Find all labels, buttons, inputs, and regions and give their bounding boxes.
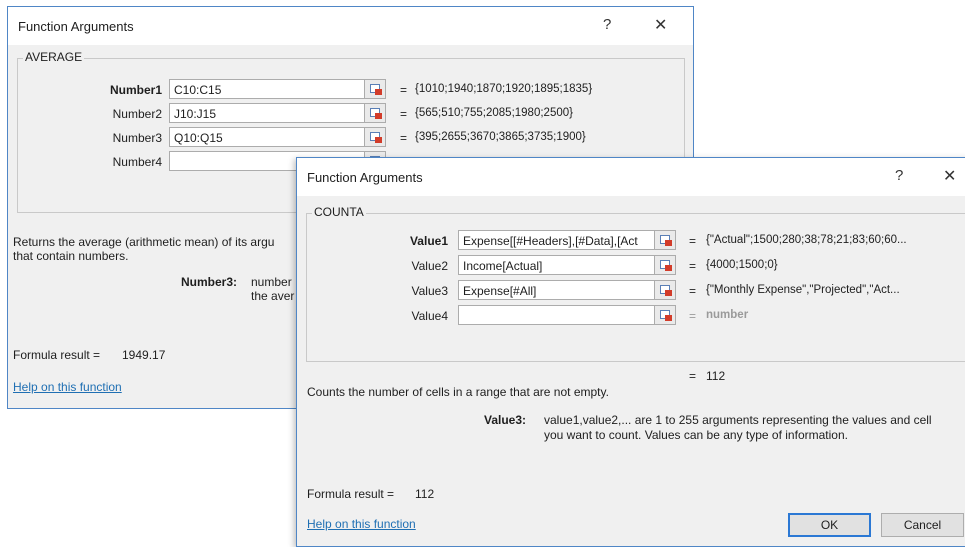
argument-label: Number3 [112,131,162,145]
argument-row-number1: Number1 C10:C15 = {1010;1940;1870;1920;1… [8,79,695,101]
argument-row-value2: Value2 Income[Actual] = {4000;1500;0} [297,255,965,277]
equals-sign: = [400,83,408,97]
number3-input[interactable]: Q10:Q15 [169,127,365,147]
function-description: Counts the number of cells in a range th… [307,385,609,399]
argument-value: {4000;1500;0} [706,259,778,271]
range-select-icon[interactable] [364,103,386,123]
equals-sign: = [689,259,697,273]
function-name: AVERAGE [23,50,85,64]
dialog-title: Function Arguments [307,170,423,185]
range-select-icon[interactable] [364,79,386,99]
argument-value: {"Monthly Expense","Projected","Act... [706,284,900,296]
overall-equals-sign: = [689,369,697,383]
argument-label: Value4 [411,309,448,323]
value4-input[interactable] [458,305,669,325]
value1-input[interactable]: Expense[[#Headers],[#Data],[Act [458,230,669,250]
range-select-icon[interactable] [654,255,676,275]
help-icon[interactable]: ? [895,167,903,184]
title-bar: Function Arguments ? ✕ [297,158,965,196]
close-icon[interactable]: ✕ [943,166,956,186]
equals-sign: = [689,309,697,323]
number1-input[interactable]: C10:C15 [169,79,365,99]
argument-type-hint: number [706,309,749,321]
function-description-cont: that contain numbers. [13,249,129,263]
equals-sign: = [400,107,408,121]
function-arguments-dialog-counta: Function Arguments ? ✕ COUNTA Value1 Exp… [296,157,965,547]
formula-result-value: 1949.17 [122,348,166,362]
formula-result-label: Formula result = [13,348,101,362]
function-name: COUNTA [312,205,366,219]
argument-help-text-cont: the aver [251,289,295,303]
dialog-title: Function Arguments [18,19,134,34]
argument-label: Value1 [409,234,448,248]
argument-help-label: Number3: [181,275,238,289]
overall-result: 112 [706,369,726,383]
argument-label: Number1 [109,83,162,97]
title-bar: Function Arguments ? ✕ [8,7,693,45]
argument-row-value1: Value1 Expense[[#Headers],[#Data],[Act =… [297,230,965,252]
argument-row-number3: Number3 Q10:Q15 = {395;2655;3670;3865;37… [8,127,695,149]
range-select-icon[interactable] [654,305,676,325]
range-select-icon[interactable] [654,280,676,300]
argument-help-label: Value3: [484,413,527,427]
argument-value: {395;2655;3670;3865;3735;1900} [415,131,586,143]
help-on-function-link[interactable]: Help on this function [307,517,416,531]
ok-button[interactable]: OK [788,513,871,537]
argument-label: Number2 [112,107,162,121]
equals-sign: = [689,284,697,298]
value2-input[interactable]: Income[Actual] [458,255,669,275]
formula-result-value: 112 [415,487,435,501]
equals-sign: = [400,131,408,145]
close-icon[interactable]: ✕ [654,15,667,35]
argument-label: Number4 [112,155,162,169]
argument-label: Value3 [411,284,448,298]
range-select-icon[interactable] [654,230,676,250]
argument-label: Value2 [411,259,448,273]
help-icon[interactable]: ? [603,16,611,33]
argument-help-text: number [251,275,292,289]
argument-help-text: value1,value2,... are 1 to 255 arguments… [544,413,932,427]
argument-value: {1010;1940;1870;1920;1895;1835} [415,83,593,95]
help-on-function-link[interactable]: Help on this function [13,380,122,394]
function-description: Returns the average (arithmetic mean) of… [13,235,275,249]
range-select-icon[interactable] [364,127,386,147]
equals-sign: = [689,234,697,248]
argument-row-number2: Number2 J10:J15 = {565;510;755;2085;1980… [8,103,695,125]
argument-value: {"Actual";1500;280;38;78;21;83;60;60... [706,234,907,246]
argument-help-text-cont: you want to count. Values can be any typ… [544,428,848,442]
argument-row-value3: Value3 Expense[#All] = {"Monthly Expense… [297,280,965,302]
argument-row-value4: Value4 = number [297,305,965,327]
argument-value: {565;510;755;2085;1980;2500} [415,107,573,119]
cancel-button[interactable]: Cancel [881,513,964,537]
number2-input[interactable]: J10:J15 [169,103,365,123]
formula-result-label: Formula result = [307,487,395,501]
value3-input[interactable]: Expense[#All] [458,280,669,300]
